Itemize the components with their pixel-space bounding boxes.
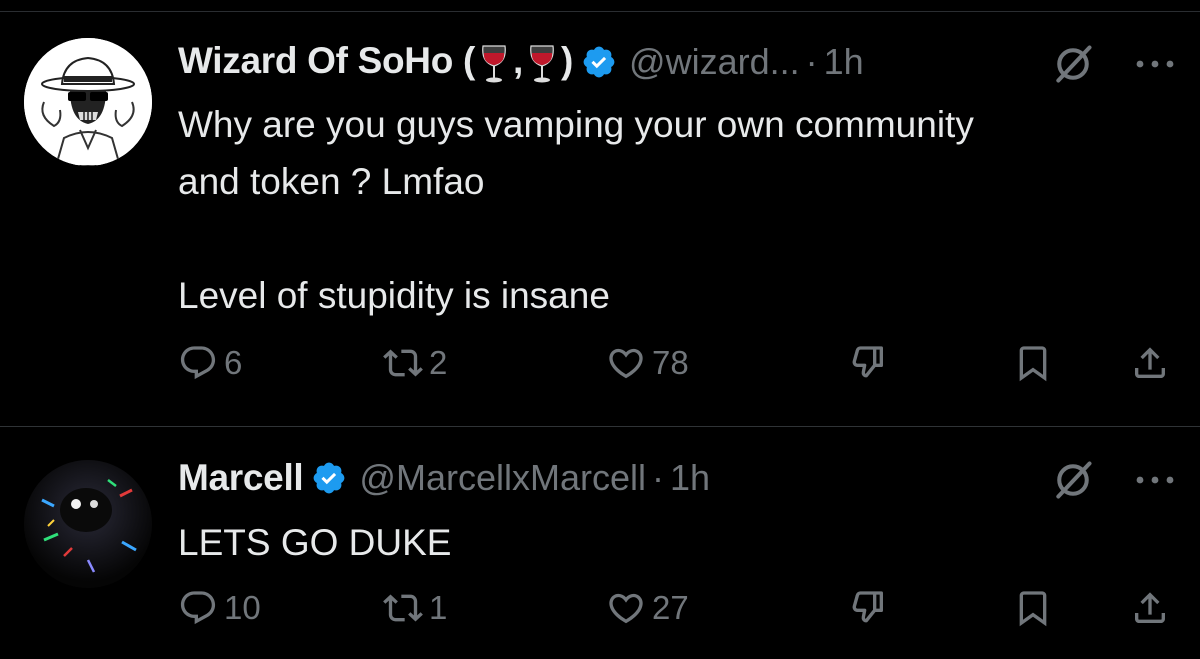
tweet-header: Wizard Of SoHo (,) @wizard... · 1h	[178, 38, 864, 86]
share-button[interactable]	[1130, 583, 1170, 633]
repost-count: 2	[429, 344, 448, 381]
share-icon	[1135, 347, 1165, 378]
display-name[interactable]: Marcell	[178, 457, 304, 499]
tweet-text-line: and token ? Lmfao	[178, 161, 485, 202]
meta-separator: ·	[805, 41, 818, 82]
bookmark-icon	[1019, 591, 1047, 627]
action-bar: 6 2 78	[178, 338, 1173, 388]
verified-badge-icon	[583, 46, 615, 78]
bookmark-button[interactable]	[1013, 583, 1053, 633]
grok-icon[interactable]	[1051, 458, 1095, 502]
like-count: 78	[652, 344, 689, 381]
timestamp[interactable]: 1h	[824, 41, 864, 83]
action-bar: 10 1 27	[178, 583, 1173, 633]
avatar[interactable]	[24, 38, 152, 166]
dislike-button[interactable]	[848, 338, 888, 388]
bookmark-icon	[1019, 346, 1047, 382]
wine-glass-icon	[481, 44, 507, 84]
like-button[interactable]: 27	[606, 583, 689, 633]
like-count: 27	[652, 589, 689, 626]
share-icon	[1135, 592, 1165, 623]
repost-icon	[383, 594, 423, 622]
dislike-icon	[852, 591, 883, 623]
tweet-text: LETS GO DUKE	[178, 514, 1158, 571]
repost-button[interactable]: 1	[383, 583, 447, 633]
reply-count: 6	[224, 344, 243, 381]
verified-badge-icon	[314, 462, 345, 494]
repost-button[interactable]: 2	[383, 338, 447, 388]
share-button[interactable]	[1130, 338, 1170, 388]
reply-icon	[180, 346, 216, 380]
meta-separator: ·	[652, 457, 664, 498]
avatar[interactable]	[24, 460, 152, 588]
more-icon[interactable]	[1130, 54, 1180, 74]
repost-count: 1	[429, 589, 448, 626]
display-name-separator: ,	[513, 40, 524, 82]
tweet-text-line: Why are you guys vamping your own commun…	[178, 104, 974, 145]
tweet[interactable]: Wizard Of SoHo (,) @wizard... · 1h Why a…	[0, 12, 1200, 427]
dislike-icon	[852, 346, 883, 378]
tweet[interactable]: Marcell @MarcellxMarcell · 1h LETS GO DU…	[0, 428, 1200, 659]
user-handle[interactable]: @MarcellxMarcell	[359, 457, 646, 499]
like-icon	[609, 593, 643, 624]
reply-count: 10	[224, 589, 261, 626]
tweet-text-line: LETS GO DUKE	[178, 522, 452, 563]
timestamp[interactable]: 1h	[670, 457, 710, 499]
reply-button[interactable]: 6	[178, 338, 242, 388]
reply-button[interactable]: 10	[178, 583, 261, 633]
bookmark-button[interactable]	[1013, 338, 1053, 388]
more-icon[interactable]	[1130, 470, 1180, 490]
user-handle[interactable]: @wizard...	[629, 41, 800, 83]
tweet-text-line: Level of stupidity is insane	[178, 275, 610, 316]
top-divider	[0, 0, 1200, 12]
display-name[interactable]: Wizard Of SoHo (,)	[178, 40, 573, 83]
display-name-prefix: Wizard Of SoHo (	[178, 40, 476, 82]
reply-icon	[180, 591, 216, 625]
tweet-text: Why are you guys vamping your own commun…	[178, 96, 1158, 324]
grok-icon[interactable]	[1051, 42, 1095, 86]
like-button[interactable]: 78	[606, 338, 689, 388]
dislike-button[interactable]	[848, 583, 888, 633]
wine-glass-icon	[529, 44, 555, 84]
tweet-header: Marcell @MarcellxMarcell · 1h	[178, 454, 710, 502]
like-icon	[609, 348, 643, 379]
repost-icon	[383, 349, 423, 377]
tweet-text-line	[178, 210, 1158, 267]
display-name-suffix: )	[561, 40, 574, 82]
